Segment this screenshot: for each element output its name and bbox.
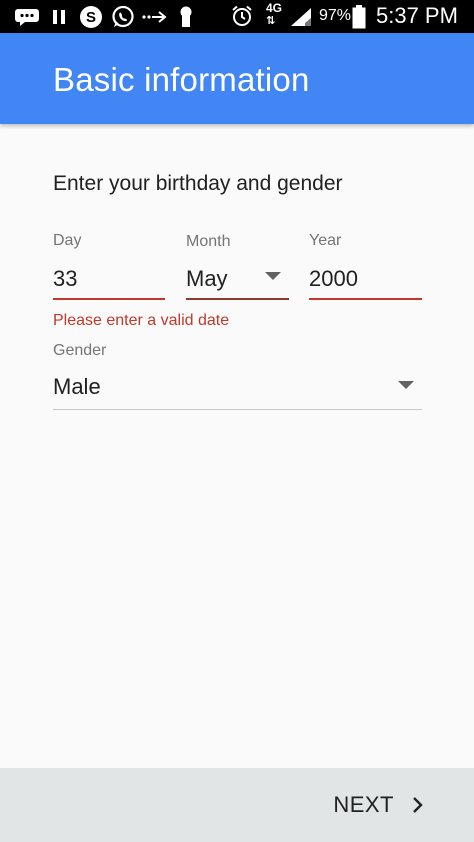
chevron-right-icon xyxy=(413,797,423,813)
gender-underline xyxy=(53,409,422,410)
gender-select[interactable]: Male xyxy=(53,374,101,400)
year-input[interactable]: 2000 xyxy=(309,266,358,292)
page-title: Basic information xyxy=(53,61,310,98)
alarm-icon xyxy=(232,5,252,26)
network-indicator: 4G ⇅ xyxy=(266,1,283,27)
day-input[interactable]: 33 xyxy=(53,266,77,292)
keyhole-icon xyxy=(180,6,192,27)
whatsapp-icon xyxy=(112,5,134,28)
signal-icon xyxy=(291,8,311,26)
month-select[interactable]: May xyxy=(186,266,228,292)
year-underline xyxy=(309,298,422,300)
status-bar: S 4G ⇅ 97% 5:37 PM xyxy=(0,0,474,33)
bottom-bar: NEXT xyxy=(0,768,474,842)
clock: 5:37 PM xyxy=(376,3,458,28)
month-label: Month xyxy=(186,233,231,250)
skype-icon: S xyxy=(80,6,102,28)
form-heading: Enter your birthday and gender xyxy=(53,172,343,195)
pause-icon xyxy=(53,10,65,24)
battery-percent: 97% xyxy=(319,7,352,24)
year-label: Year xyxy=(309,232,342,249)
gender-label: Gender xyxy=(53,342,107,359)
svg-text:S: S xyxy=(86,9,96,26)
next-button[interactable]: NEXT xyxy=(333,790,424,820)
messages-icon xyxy=(15,9,39,26)
date-error-message: Please enter a valid date xyxy=(53,312,230,329)
month-underline xyxy=(186,298,289,300)
network-label: 4G xyxy=(266,1,283,15)
app-bar: Basic information xyxy=(0,33,474,124)
day-underline xyxy=(53,298,165,300)
day-label: Day xyxy=(53,232,82,249)
battery-icon xyxy=(352,5,366,29)
gender-dropdown-arrow-icon[interactable] xyxy=(398,381,414,389)
next-button-label: NEXT xyxy=(333,792,394,817)
transfer-icon xyxy=(142,11,167,23)
month-dropdown-arrow-icon[interactable] xyxy=(265,272,281,280)
